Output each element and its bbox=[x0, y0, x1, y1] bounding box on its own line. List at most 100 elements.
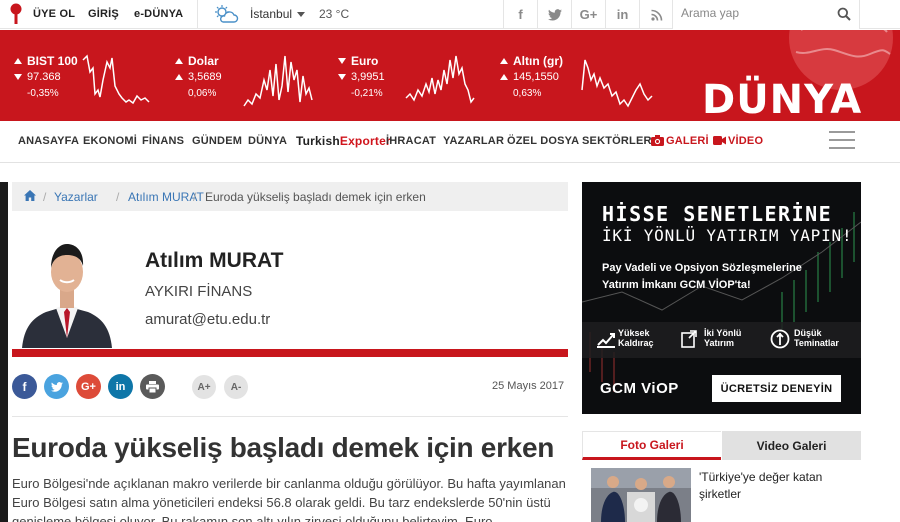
divider bbox=[12, 416, 568, 417]
market-change: 0,63% bbox=[513, 88, 542, 99]
share-googleplus-icon[interactable]: G+ bbox=[76, 374, 101, 399]
tab-video-galeri[interactable]: Video Galeri bbox=[722, 431, 861, 460]
login-link[interactable]: GİRİŞ bbox=[88, 8, 119, 20]
leverage-chart-icon bbox=[597, 333, 615, 348]
market-name: Dolar bbox=[188, 54, 219, 68]
tab-foto-galeri[interactable]: Foto Galeri bbox=[582, 431, 721, 460]
search-box bbox=[672, 0, 860, 29]
search-icon[interactable] bbox=[837, 7, 851, 21]
gallery-thumbnail[interactable] bbox=[591, 468, 691, 522]
camera-icon[interactable] bbox=[651, 135, 664, 146]
googleplus-icon[interactable]: G+ bbox=[571, 0, 605, 29]
author-name[interactable]: Atılım MURAT bbox=[145, 249, 283, 273]
ad-banner-viop[interactable]: HİSSE SENETLERİNE İKİ YÖNLÜ YATIRIM YAPI… bbox=[582, 182, 861, 414]
down-arrow-icon bbox=[338, 74, 346, 80]
market-name: Altın (gr) bbox=[513, 54, 563, 68]
ad-feature: Düşük Teminatlar bbox=[794, 328, 839, 348]
up-arrow-icon bbox=[175, 74, 183, 80]
gcm-viop-logo: GCM ViOP bbox=[600, 380, 679, 397]
sparkline-altin bbox=[581, 59, 653, 108]
rss-icon[interactable] bbox=[639, 0, 673, 29]
low-collateral-icon bbox=[770, 329, 790, 349]
main-nav: ANASAYFA EKONOMİ FİNANS GÜNDEM DÜNYA Tur… bbox=[0, 121, 900, 163]
weather-city-select[interactable]: İstanbul bbox=[250, 7, 292, 21]
ad-headline: HİSSE SENETLERİNE bbox=[602, 202, 833, 226]
nav-yazarlar[interactable]: YAZARLAR bbox=[443, 135, 504, 147]
author-divider bbox=[12, 349, 568, 357]
market-value: 145,1550 bbox=[513, 71, 559, 83]
chevron-down-icon[interactable] bbox=[297, 12, 305, 17]
gallery-caption[interactable]: 'Türkiye'ye değer katan şirketler bbox=[699, 469, 849, 503]
market-value: 3,5689 bbox=[188, 71, 222, 83]
market-change: -0,21% bbox=[351, 88, 383, 99]
market-value: 3,9951 bbox=[351, 71, 385, 83]
sparkline-euro bbox=[405, 55, 475, 104]
edunya-link[interactable]: e-DÜNYA bbox=[134, 8, 183, 20]
nav-galeri[interactable]: GALERİ bbox=[666, 135, 709, 147]
ad-feature: İki Yönlü Yatırım bbox=[704, 328, 742, 348]
top-bar: ÜYE OL GİRİŞ e-DÜNYA İstanbul 23 °C f G+… bbox=[0, 0, 900, 29]
partly-cloudy-icon bbox=[215, 5, 239, 23]
sparkline-bist100 bbox=[82, 54, 150, 105]
up-arrow-icon bbox=[500, 74, 508, 80]
nav-ozel-dosya[interactable]: ÖZEL DOSYA bbox=[507, 135, 579, 147]
article-body: Euro Bölgesi'nde açıklanan makro veriler… bbox=[12, 476, 566, 522]
linkedin-icon[interactable]: in bbox=[605, 0, 639, 29]
ad-subheadline: İKİ YÖNLÜ YATIRIM YAPIN! bbox=[602, 226, 853, 245]
sparkline-dolar bbox=[243, 55, 313, 107]
share-twitter-icon[interactable] bbox=[44, 374, 69, 399]
breadcrumb-writers[interactable]: Yazarlar bbox=[54, 190, 98, 204]
article-title: Euroda yükseliş başladı demek için erken bbox=[12, 432, 555, 463]
down-arrow-icon bbox=[338, 58, 346, 64]
print-icon[interactable] bbox=[140, 374, 165, 399]
member-link[interactable]: ÜYE OL bbox=[33, 8, 75, 20]
nav-anasayfa[interactable]: ANASAYFA bbox=[18, 135, 79, 147]
author-photo[interactable] bbox=[18, 228, 116, 348]
nav-ekonomi[interactable]: EKONOMİ bbox=[83, 135, 137, 147]
ad-text: Pay Vadeli ve Opsiyon Sözleşmelerine bbox=[602, 262, 802, 274]
divider bbox=[197, 0, 198, 29]
facebook-icon[interactable]: f bbox=[503, 0, 537, 29]
breadcrumb-current: Euroda yükseliş başladı demek için erken bbox=[205, 190, 426, 204]
market-name: BIST 100 bbox=[27, 54, 78, 68]
market-change: 0,06% bbox=[188, 88, 217, 99]
up-arrow-icon bbox=[175, 58, 183, 64]
nav-turkish-exporter[interactable]: TurkishExporter bbox=[296, 134, 391, 148]
left-edge-bar bbox=[0, 182, 8, 522]
font-decrease-button[interactable]: A- bbox=[224, 375, 248, 399]
turkish-exporter-part1: Turkish bbox=[296, 134, 340, 148]
nav-finans[interactable]: FİNANS bbox=[142, 135, 184, 147]
article-date: 25 Mayıs 2017 bbox=[492, 380, 565, 392]
down-arrow-icon bbox=[14, 74, 22, 80]
ad-text: Yatırım İmkanı GCM VİOP'ta! bbox=[602, 279, 751, 291]
nav-gundem[interactable]: GÜNDEM bbox=[192, 135, 242, 147]
two-way-arrows-icon bbox=[681, 330, 697, 348]
nav-sektorler[interactable]: SEKTÖRLER bbox=[582, 135, 652, 147]
market-change: -0,35% bbox=[27, 88, 59, 99]
breadcrumb: / Yazarlar / Atılım MURAT / Euroda yükse… bbox=[12, 182, 568, 211]
turkish-exporter-part2: Exporter bbox=[339, 134, 391, 148]
nav-video[interactable]: VİDEO bbox=[728, 135, 763, 147]
share-facebook-icon[interactable]: f bbox=[12, 374, 37, 399]
video-camera-icon[interactable] bbox=[713, 136, 726, 145]
share-linkedin-icon[interactable]: in bbox=[108, 374, 133, 399]
ad-feature: Yüksek Kaldıraç bbox=[618, 328, 654, 348]
nav-ihracat[interactable]: İHRACAT bbox=[386, 135, 436, 147]
market-name: Euro bbox=[351, 54, 379, 68]
nav-dunya[interactable]: DÜNYA bbox=[248, 135, 287, 147]
font-increase-button[interactable]: A+ bbox=[192, 375, 216, 399]
author-email[interactable]: amurat@etu.edu.tr bbox=[145, 311, 270, 328]
temperature: 23 °C bbox=[319, 7, 350, 21]
up-arrow-icon bbox=[500, 58, 508, 64]
gallery-tabs: Foto Galeri Video Galeri bbox=[582, 431, 861, 460]
twitter-icon[interactable] bbox=[537, 0, 571, 29]
market-value: 97.368 bbox=[27, 71, 61, 83]
search-input[interactable] bbox=[681, 6, 831, 20]
dunya-logo[interactable]: DÜNYA bbox=[702, 77, 862, 121]
ad-cta-button[interactable]: ÜCRETSİZ DENEYİN bbox=[712, 375, 841, 402]
home-icon[interactable] bbox=[24, 190, 36, 201]
up-arrow-icon bbox=[14, 58, 22, 64]
hamburger-menu-icon[interactable] bbox=[829, 131, 855, 151]
market-band: BIST 100 97.368 -0,35% Dolar 3,5689 0,06… bbox=[0, 30, 900, 121]
map-pin-icon bbox=[10, 3, 22, 24]
